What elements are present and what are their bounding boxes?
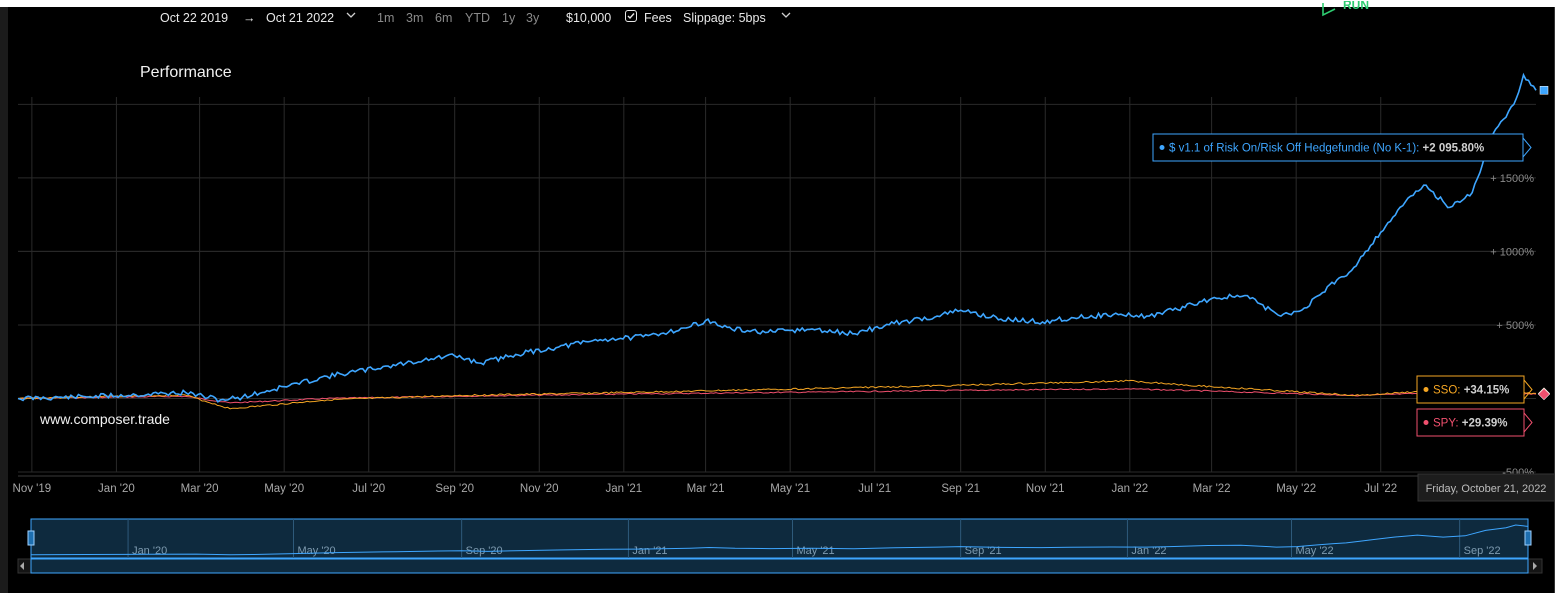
x-tick-label: May '22: [1276, 483, 1316, 495]
chart-panel: Oct 22 2019 → Oct 21 2022 1m 3m 6m YTD 1…: [8, 0, 1555, 593]
badge-dot: [1159, 145, 1165, 150]
crosshair-label: Friday, October 21, 2022: [1417, 473, 1555, 502]
badge-text: SSO: +34.15%: [1433, 385, 1509, 397]
navigator-label: Sep '22: [1464, 545, 1501, 557]
badge-dot: [1423, 387, 1429, 392]
x-tick-label: Sep '21: [941, 483, 980, 495]
badge-value: +29.39%: [1462, 418, 1508, 430]
x-tick-label: May '20: [264, 483, 304, 495]
badge-dot: [1423, 420, 1429, 425]
watermark: www.composer.trade: [40, 411, 170, 427]
x-tick-label: Nov '19: [13, 483, 52, 495]
navigator-label: May '22: [1295, 545, 1333, 557]
x-tick-label: Jul '20: [352, 483, 385, 495]
navigator-label: Jan '20: [132, 545, 167, 557]
badge-series-name: SSO: [1433, 385, 1457, 397]
x-tick-label: Jul '22: [1364, 483, 1397, 495]
crosshair-date: Friday, October 21, 2022: [1426, 483, 1547, 495]
series-lines: [17, 72, 1537, 410]
series-badge-strategy: $ v1.1 of Risk On/Risk Off Hedgefundie (…: [1152, 86, 1549, 162]
badge-value: +34.15%: [1464, 385, 1510, 397]
performance-chart: + 1500%+ 1000%+ 500%-500% Nov '19 Jan '20…: [13, 72, 1555, 574]
badge-value: +2 095.80%: [1423, 143, 1485, 155]
x-tick-label: Mar '20: [181, 483, 219, 495]
x-tick-label: Nov '21: [1026, 483, 1065, 495]
navigator-label: May '20: [297, 545, 335, 557]
navigator-handle-left[interactable]: [27, 530, 35, 546]
badge-pointer: [1522, 137, 1532, 158]
x-tick-label: Mar '22: [1193, 483, 1231, 495]
badge-pointer: [1523, 379, 1533, 400]
badge-text: $ v1.1 of Risk On/Risk Off Hedgefundie (…: [1169, 143, 1484, 155]
x-tick-label: May '21: [770, 483, 810, 495]
y-tick-label: + 500%: [1496, 320, 1534, 332]
navigator-scrollbar-thumb[interactable]: [30, 558, 1529, 574]
series-badges: $ v1.1 of Risk On/Risk Off Hedgefundie (…: [1152, 86, 1551, 437]
badge-series-name: SPY: [1433, 418, 1456, 430]
badge-series-name: $ v1.1 of Risk On/Risk Off Hedgefundie (…: [1169, 143, 1416, 155]
y-tick-label: + 1000%: [1490, 246, 1534, 258]
left-strip: [0, 7, 8, 593]
x-tick-label: Jul '21: [858, 483, 891, 495]
y-tick-label: + 1500%: [1490, 173, 1534, 185]
x-tick-label: Jan '22: [1111, 483, 1148, 495]
navigator-handle-right[interactable]: [1524, 530, 1532, 546]
x-tick-label: Sep '20: [435, 483, 474, 495]
x-tick-label: Mar '21: [687, 483, 725, 495]
badge-text: SPY: +29.39%: [1433, 418, 1508, 430]
navigator-label: May '21: [796, 545, 834, 557]
series-end-marker: [1539, 86, 1549, 95]
x-tick-label: Nov '20: [520, 483, 559, 495]
series-end-marker: [1537, 388, 1551, 401]
x-tick-label: Jan '21: [605, 483, 642, 495]
range-navigator: Jan '20 May '20 Sep '20 Jan '21 May '21 Sep '…: [17, 518, 1543, 574]
series-line-strategy: [17, 72, 1537, 403]
navigator-label: Jan '21: [632, 545, 667, 557]
x-tick-label: Jan '20: [98, 483, 135, 495]
x-axis: Nov '19 Jan '20 Mar '20 May '20 Jul '20 Sep '…: [13, 483, 1398, 495]
badge-pointer: [1523, 412, 1533, 433]
